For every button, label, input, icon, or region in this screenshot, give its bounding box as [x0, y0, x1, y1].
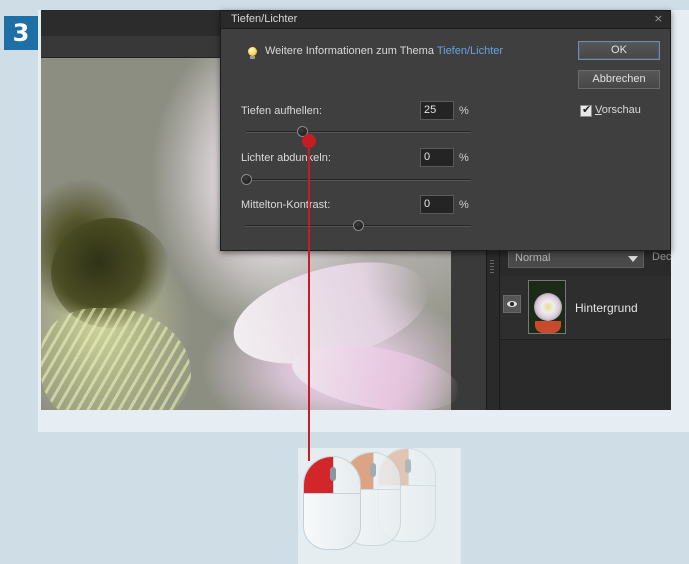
midtone-contrast-slider-thumb[interactable] — [353, 220, 364, 231]
dialog-title: Tiefen/Lichter — [231, 13, 298, 25]
thumbnail-pot — [535, 321, 561, 333]
layer-thumbnail — [528, 280, 566, 334]
callout-dot — [302, 134, 316, 148]
mouse-wheel — [370, 463, 376, 477]
chevron-down-icon — [628, 256, 638, 262]
close-icon[interactable]: × — [654, 12, 663, 25]
blend-mode-select[interactable]: Normal — [508, 248, 644, 268]
callout-line — [308, 143, 310, 461]
cancel-button[interactable]: Abbrechen — [578, 70, 660, 89]
midtone-contrast-unit: % — [459, 199, 469, 211]
step-number-badge: 3 — [4, 16, 38, 50]
shadows-slider-track[interactable] — [246, 131, 471, 133]
info-help-link[interactable]: Tiefen/Lichter — [437, 45, 503, 57]
layer-name: Hintergrund — [575, 301, 638, 315]
midtone-contrast-input[interactable]: 0 — [420, 195, 454, 214]
shadows-label: Tiefen aufhellen: — [241, 105, 322, 117]
highlights-slider-track[interactable] — [246, 179, 471, 181]
highlights-label: Lichter abdunkeln: — [241, 152, 331, 164]
photo-stamens — [41, 308, 191, 410]
midtone-contrast-label: Mittelton-Kontrast: — [241, 199, 331, 211]
info-prefix: Weitere Informationen zum Thema — [265, 45, 434, 57]
mouse-wheel — [330, 467, 336, 481]
shadows-highlights-dialog: Tiefen/Lichter × Weitere Informationen z… — [220, 10, 671, 251]
layer-visibility-toggle[interactable] — [503, 295, 521, 313]
shadows-input[interactable]: 25 — [420, 101, 454, 120]
highlights-unit: % — [459, 152, 469, 164]
eye-icon — [507, 301, 517, 307]
opacity-label: Dec — [652, 251, 672, 263]
lightbulb-icon — [248, 47, 257, 59]
preview-checkbox[interactable]: ✔ — [580, 103, 592, 117]
dialog-titlebar[interactable]: Tiefen/Lichter × — [221, 11, 670, 29]
shadows-unit: % — [459, 105, 469, 117]
mouse-icon — [303, 456, 361, 550]
mouse-button-edge — [304, 493, 360, 494]
highlights-input[interactable]: 0 — [420, 148, 454, 167]
info-line: Weitere Informationen zum Thema Tiefen/L… — [265, 45, 503, 57]
blend-mode-value: Normal — [515, 252, 551, 264]
mouse-wheel — [405, 459, 411, 473]
highlights-slider-thumb[interactable] — [240, 174, 252, 185]
preview-label: Vorschau — [595, 104, 641, 116]
preview-label-mnemonic: V — [595, 104, 602, 116]
ok-button[interactable]: OK — [578, 41, 660, 60]
panel-resize-handle[interactable] — [490, 260, 494, 274]
checkmark-icon: ✔ — [582, 103, 592, 116]
thumbnail-flower — [534, 293, 562, 321]
preview-label-rest: orschau — [601, 104, 641, 116]
